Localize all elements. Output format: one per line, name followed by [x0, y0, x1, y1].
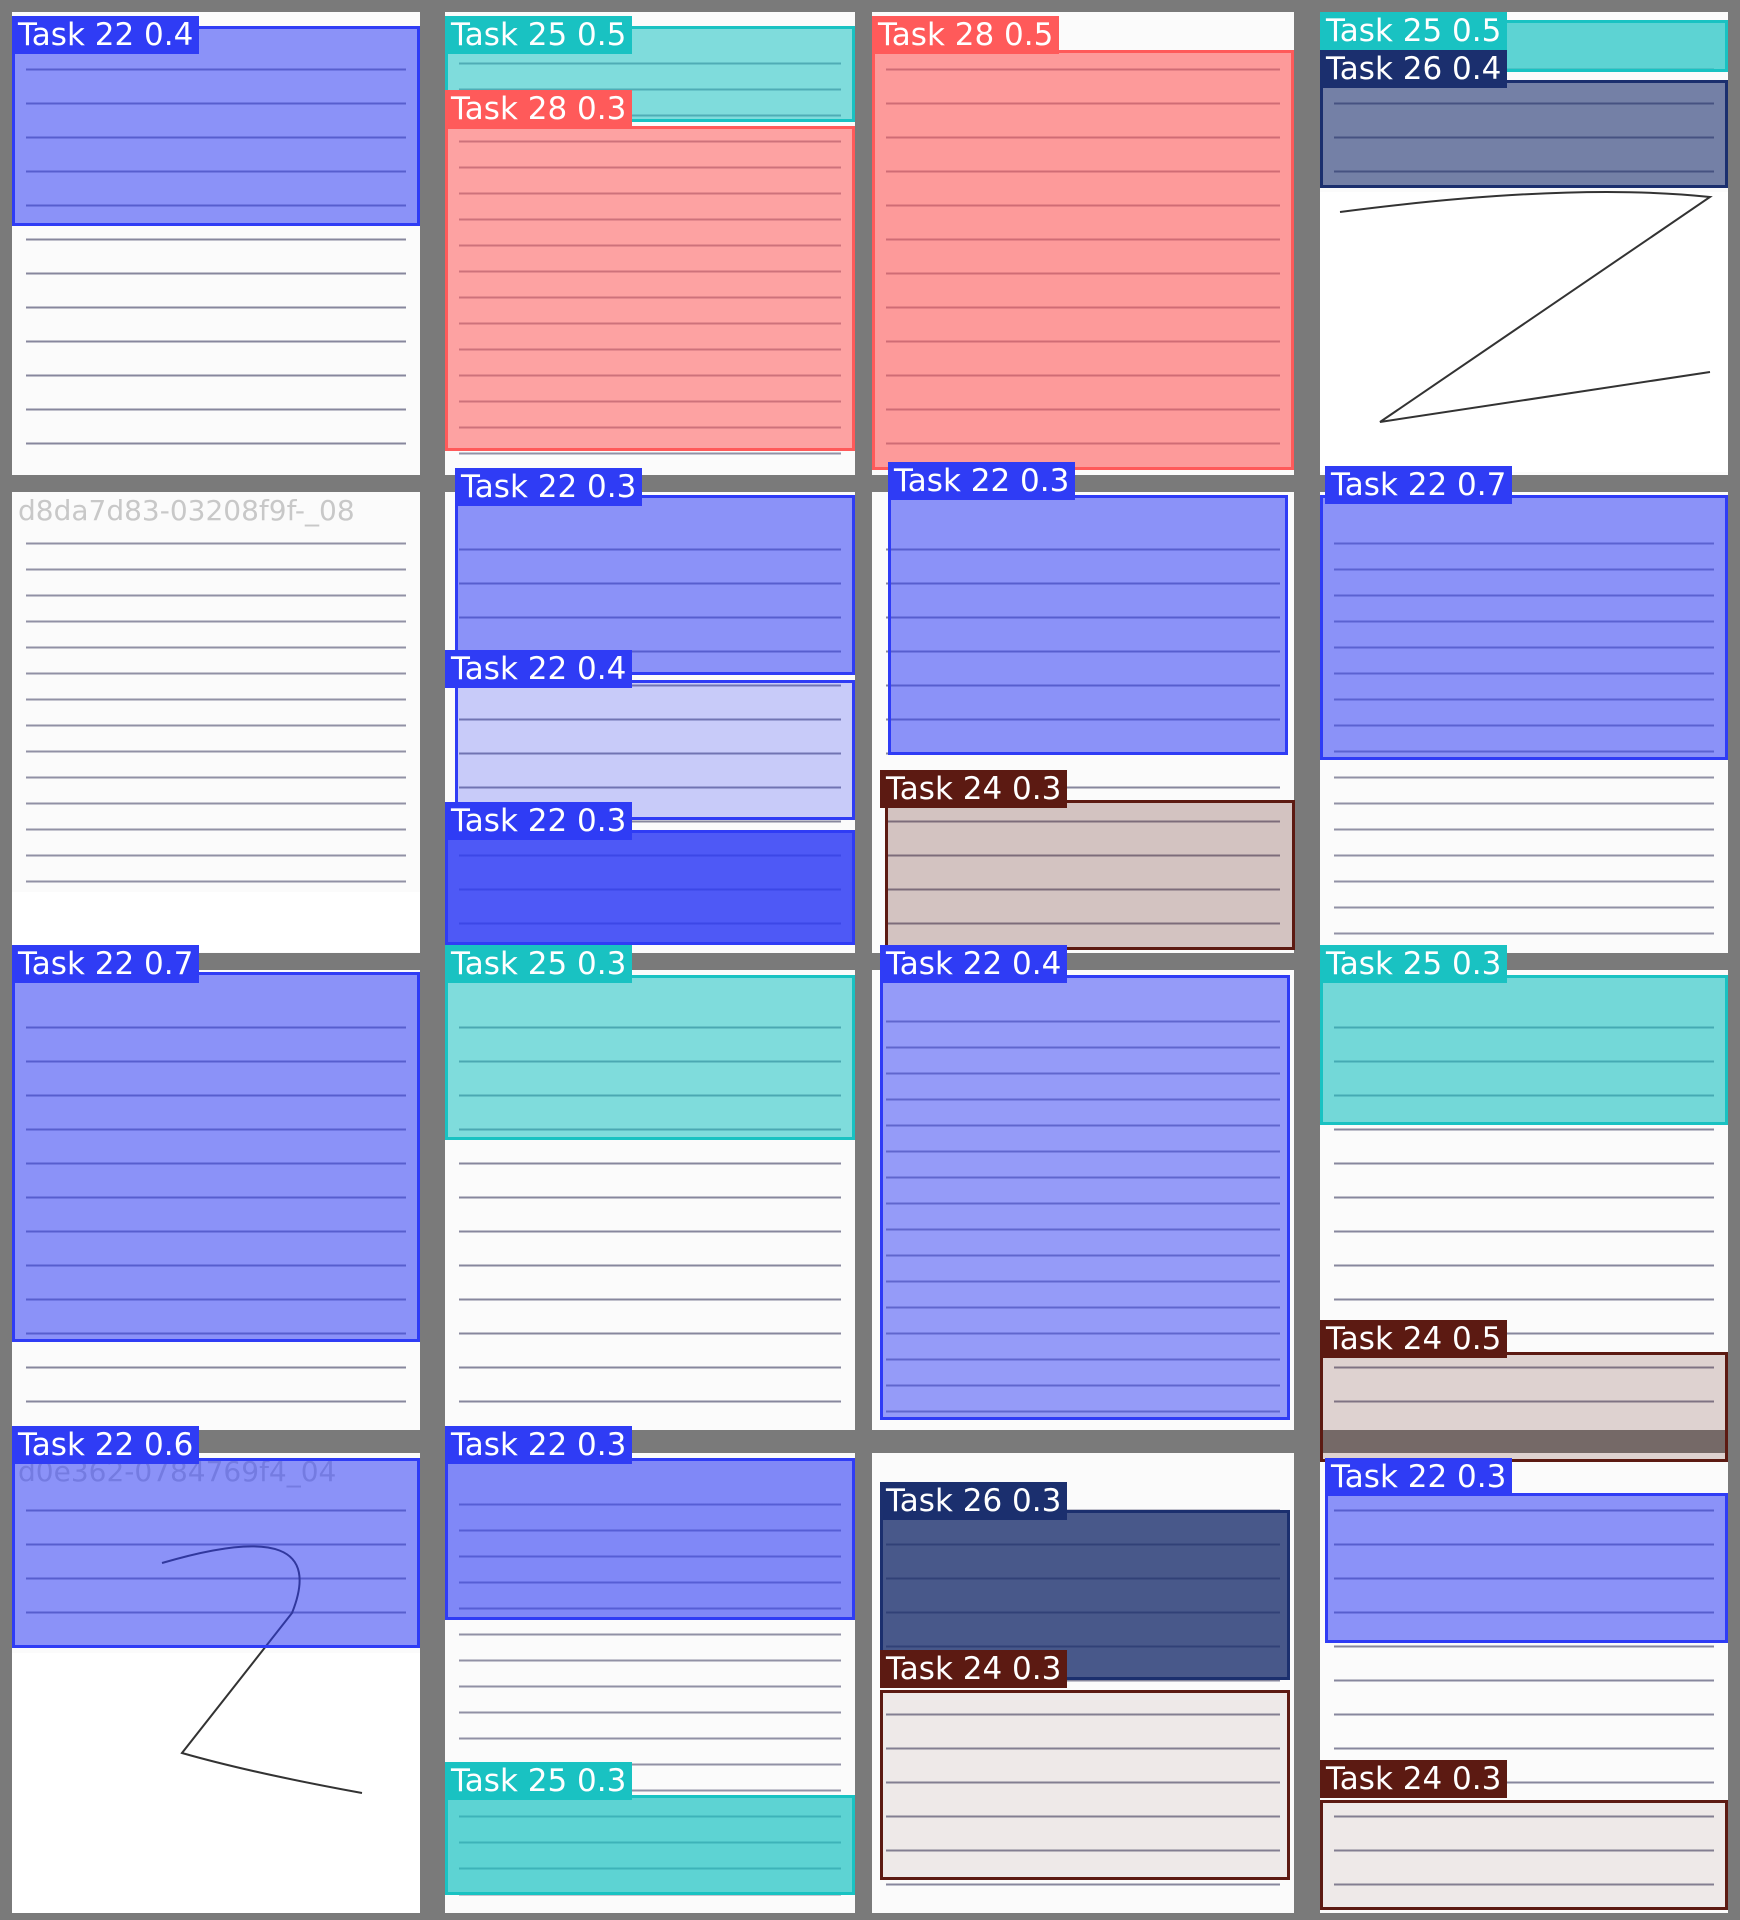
detection-label: Task 26 0.3	[880, 1482, 1068, 1520]
detection-label: Task 22 0.7	[1325, 466, 1513, 504]
detection-label: Task 22 0.4	[880, 945, 1068, 983]
detection-label: Task 22 0.3	[888, 462, 1076, 500]
detection-box	[445, 1458, 855, 1620]
detection-box	[1325, 1493, 1728, 1643]
detection-label: Task 28 0.3	[445, 90, 633, 128]
handwritten-text	[26, 522, 406, 943]
detection-mosaic: 00d8da7d83-03208f9f-_08d0e362-0784769f4_…	[0, 0, 1740, 1920]
detection-box	[1320, 1352, 1728, 1462]
detection-label: Task 25 0.5	[1320, 12, 1508, 50]
detection-label: Task 25 0.5	[445, 16, 633, 54]
detection-box	[1320, 975, 1728, 1125]
detection-box	[445, 975, 855, 1140]
detection-label: Task 28 0.5	[872, 16, 1060, 54]
detection-label: Task 22 0.3	[445, 1426, 633, 1464]
detection-label: Task 22 0.4	[12, 16, 200, 54]
document-tile: d8da7d83-03208f9f-_08	[12, 492, 420, 953]
detection-box	[888, 495, 1288, 755]
detection-box	[445, 1795, 855, 1895]
detection-label: Task 22 0.3	[445, 802, 633, 840]
detection-label: Task 24 0.3	[1320, 1760, 1508, 1798]
detection-box	[1320, 80, 1728, 188]
blank-area	[12, 892, 420, 952]
detection-box	[12, 26, 420, 226]
detection-label: Task 22 0.3	[455, 468, 643, 506]
detection-box	[455, 680, 855, 820]
detection-box	[880, 975, 1290, 1420]
file-name: d8da7d83-03208f9f-_08	[18, 494, 355, 527]
detection-box	[445, 830, 855, 945]
detection-box	[872, 50, 1294, 470]
detection-label: Task 22 0.6	[12, 1426, 200, 1464]
detection-label: Task 26 0.4	[1320, 50, 1508, 88]
detection-box	[12, 1458, 420, 1648]
detection-label: Task 22 0.7	[12, 945, 200, 983]
detection-box	[445, 126, 855, 451]
detection-box	[455, 495, 855, 675]
detection-label: Task 25 0.3	[445, 945, 633, 983]
detection-box	[1320, 495, 1728, 760]
detection-box	[12, 972, 420, 1342]
detection-label: Task 24 0.3	[880, 770, 1068, 808]
detection-label: Task 25 0.3	[445, 1762, 633, 1800]
detection-label: Task 25 0.3	[1320, 945, 1508, 983]
detection-box	[1320, 1800, 1728, 1910]
detection-box	[885, 800, 1295, 950]
detection-label: Task 22 0.3	[1325, 1458, 1513, 1496]
detection-label: Task 24 0.5	[1320, 1320, 1508, 1358]
detection-label: Task 22 0.4	[445, 650, 633, 688]
detection-box	[880, 1690, 1290, 1880]
detection-label: Task 24 0.3	[880, 1650, 1068, 1688]
